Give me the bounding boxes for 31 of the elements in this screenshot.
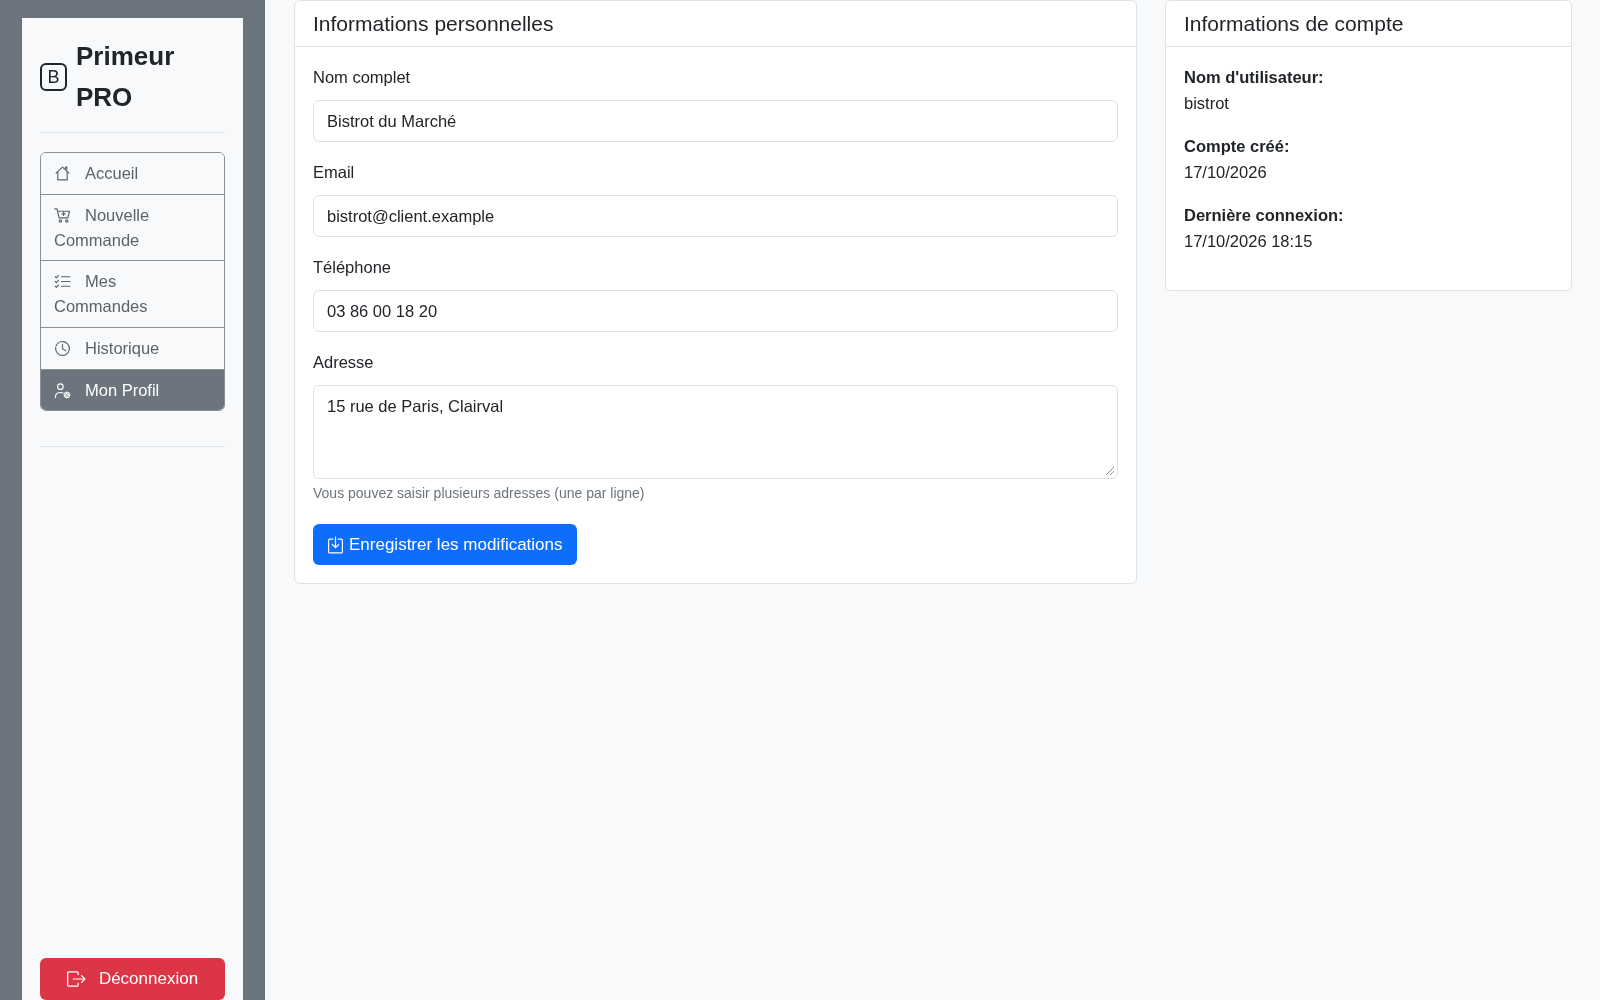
info-value: bistrot <box>1184 92 1230 114</box>
field-label: Nom complet <box>313 67 412 88</box>
brand-name[interactable]: Primeur PRO <box>76 36 225 118</box>
info-label: Compte créé: <box>1184 136 1291 157</box>
info-label: Nom d'utilisateur: <box>1184 67 1325 88</box>
input-field[interactable]: bistrot@client.example <box>313 195 1118 237</box>
card-title: Informations personnelles <box>313 12 554 35</box>
nav-item[interactable]: Mon Profil <box>41 369 224 411</box>
person-gear-icon <box>54 381 71 399</box>
input-field[interactable]: 03 86 00 18 20 <box>313 290 1118 332</box>
field-label: Email <box>313 162 356 183</box>
checklist-icon <box>54 273 71 291</box>
textarea-field[interactable]: 15 rue de Paris, Clairval <box>313 385 1118 479</box>
field-label: Adresse <box>313 352 375 373</box>
input-field[interactable]: Bistrot du Marché <box>313 100 1118 142</box>
save-icon <box>327 535 344 554</box>
logout-button[interactable]: Déconnexion <box>40 958 225 1000</box>
cart-plus-icon <box>54 206 71 224</box>
resize-grip-icon[interactable] <box>1106 467 1114 475</box>
field-label: Téléphone <box>313 257 392 278</box>
brand-logo[interactable]: B <box>40 63 67 91</box>
info-value: 17/10/2026 <box>1184 161 1268 183</box>
help-text: Vous pouvez saisir plusieurs adresses (une par ligne) <box>313 484 646 503</box>
box-arrow-right-icon <box>66 970 86 988</box>
info-value: 17/10/2026 18:15 <box>1184 230 1314 252</box>
save-button[interactable]: Enregistrer les modifications <box>313 524 577 565</box>
home-icon <box>54 165 71 182</box>
card-title: Informations de compte <box>1184 12 1404 35</box>
clock-icon <box>54 339 71 357</box>
nav-item[interactable]: Accueil <box>41 153 224 195</box>
info-label: Dernière connexion: <box>1184 205 1345 226</box>
